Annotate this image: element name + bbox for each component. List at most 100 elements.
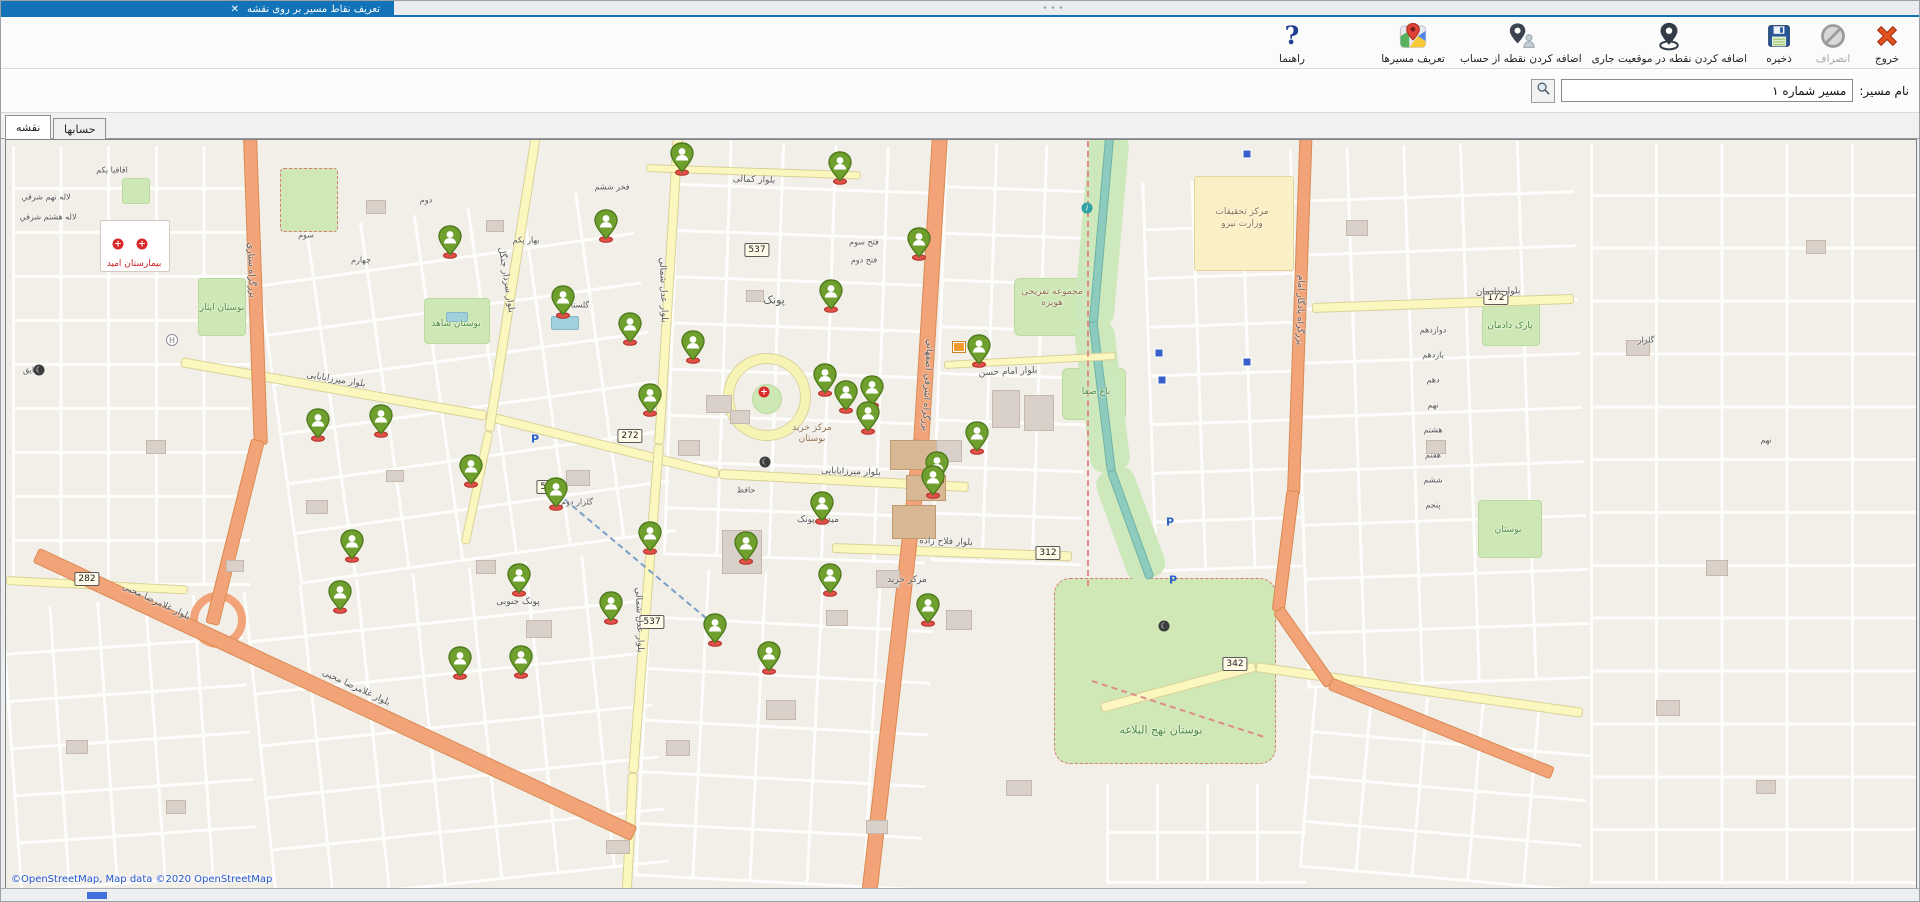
map-marker[interactable] — [756, 640, 782, 676]
building — [766, 700, 796, 720]
building — [1706, 560, 1728, 576]
map-marker[interactable] — [855, 400, 881, 436]
route-name-row: نام مسیر: — [1, 69, 1919, 113]
street-label: دوازدهم — [1420, 326, 1447, 335]
street-label: فتح دوم — [851, 256, 877, 265]
map-marker[interactable] — [327, 579, 353, 615]
mosque-icon: ☾ — [34, 365, 45, 376]
map-marker[interactable] — [593, 208, 619, 244]
map-marker[interactable] — [669, 141, 695, 177]
tab-accounts[interactable]: حسابها — [53, 118, 106, 139]
save-button[interactable]: ذخیره — [1757, 20, 1801, 68]
map-marker[interactable] — [702, 612, 728, 648]
map-marker[interactable] — [543, 476, 569, 512]
add-point-current-button[interactable]: اضافه کردن نقطه در موقعیت جاری — [1592, 20, 1747, 68]
search-button[interactable] — [1531, 79, 1555, 103]
map-marker[interactable] — [966, 333, 992, 369]
transit-icon — [1243, 358, 1252, 367]
tab-map[interactable]: نقشه — [5, 115, 51, 139]
street-label: دوم — [420, 196, 432, 205]
transit-icon — [1158, 376, 1167, 385]
map-marker[interactable] — [809, 490, 835, 526]
street-label: بیمارستان امید — [107, 259, 162, 269]
parking-icon: P — [531, 433, 539, 446]
help-icon: ? — [1285, 20, 1300, 52]
road-shield: 342 — [1222, 657, 1247, 671]
street-label: چهارم — [351, 256, 371, 265]
add-point-account-button[interactable]: اضافه کردن نقطه از حساب — [1460, 20, 1582, 68]
cancel-icon — [1819, 20, 1847, 52]
building — [946, 610, 972, 630]
map-marker[interactable] — [818, 278, 844, 314]
exit-icon — [1873, 20, 1901, 52]
street-label: مرکز خرید — [887, 575, 927, 585]
building — [166, 800, 186, 814]
street-label: باغ صفا — [1082, 387, 1110, 397]
street-label: پونک — [763, 294, 785, 307]
map-marker[interactable] — [637, 520, 663, 556]
map-marker[interactable] — [733, 530, 759, 566]
cancel-label: انصراف — [1816, 53, 1851, 65]
road-shield: 282 — [74, 572, 99, 586]
map-marker[interactable] — [506, 562, 532, 598]
mosque-icon: ☾ — [760, 457, 771, 468]
hospital-icon: H — [166, 334, 178, 346]
map-marker[interactable] — [964, 420, 990, 456]
street-label: وزارت نیرو — [1221, 219, 1262, 229]
map-marker[interactable] — [920, 464, 946, 500]
street-label: نهم — [1760, 436, 1771, 445]
street-grid — [1289, 139, 1592, 689]
building — [746, 290, 764, 302]
close-tab-icon[interactable]: ✕ — [231, 4, 239, 15]
map-marker[interactable] — [617, 311, 643, 347]
street-label: مرکز تحقیقات — [1215, 207, 1268, 217]
transit-icon — [1155, 349, 1164, 358]
map-marker[interactable] — [680, 329, 706, 365]
street-label: هشتم — [1423, 426, 1442, 435]
street-label: فتح سوم — [849, 238, 879, 247]
map-marker[interactable] — [906, 226, 932, 262]
document-tab[interactable]: تعریف نقاط مسیر بر روی نقشه ✕ — [1, 1, 394, 17]
map-marker[interactable] — [827, 150, 853, 186]
map-marker[interactable] — [458, 453, 484, 489]
building — [526, 620, 552, 638]
location-pin-icon — [1654, 20, 1684, 52]
help-label: راهنما — [1279, 53, 1305, 65]
map-marker[interactable] — [437, 224, 463, 260]
define-routes-button[interactable]: تعریف مسیرها — [1376, 20, 1450, 68]
splitter-grip-icon[interactable] — [1041, 5, 1065, 10]
map-marker[interactable] — [368, 403, 394, 439]
map-marker[interactable] — [508, 644, 534, 680]
street-grid — [1106, 784, 1306, 884]
exit-button[interactable]: خروج — [1865, 20, 1909, 68]
route-name-input[interactable] — [1561, 79, 1853, 102]
save-icon — [1766, 20, 1792, 52]
building — [706, 395, 732, 413]
save-label: ذخیره — [1766, 53, 1792, 65]
map-marker[interactable] — [915, 592, 941, 628]
street-label: یازدهم — [1422, 351, 1444, 360]
map-marker[interactable] — [598, 590, 624, 626]
building — [892, 505, 936, 539]
map-marker[interactable] — [339, 528, 365, 564]
building — [1806, 240, 1826, 254]
building — [1346, 220, 1368, 236]
map-marker[interactable] — [447, 645, 473, 681]
help-button[interactable]: ? راهنما — [1270, 20, 1314, 68]
route-name-label: نام مسیر: — [1859, 84, 1909, 98]
building — [226, 560, 244, 572]
map-attribution[interactable]: ©OpenStreetMap, Map data ©2020 OpenStree… — [11, 874, 272, 885]
map-marker[interactable] — [817, 562, 843, 598]
street-label: مرکز خرید — [792, 423, 832, 433]
info-icon: i — [1082, 203, 1093, 214]
map-marker[interactable] — [637, 382, 663, 418]
map-marker[interactable] — [305, 407, 331, 443]
app-window: تعریف نقاط مسیر بر روی نقشه ✕ خروج انصرا… — [0, 0, 1920, 902]
street-label: بلوار فلاح زاده — [919, 536, 973, 548]
map-canvas[interactable]: ©OpenStreetMap, Map data ©2020 OpenStree… — [5, 139, 1917, 889]
map-routes-icon — [1398, 20, 1428, 52]
building — [306, 500, 328, 514]
cancel-button[interactable]: انصراف — [1811, 20, 1855, 68]
building — [1024, 395, 1054, 431]
map-marker[interactable] — [550, 284, 576, 320]
